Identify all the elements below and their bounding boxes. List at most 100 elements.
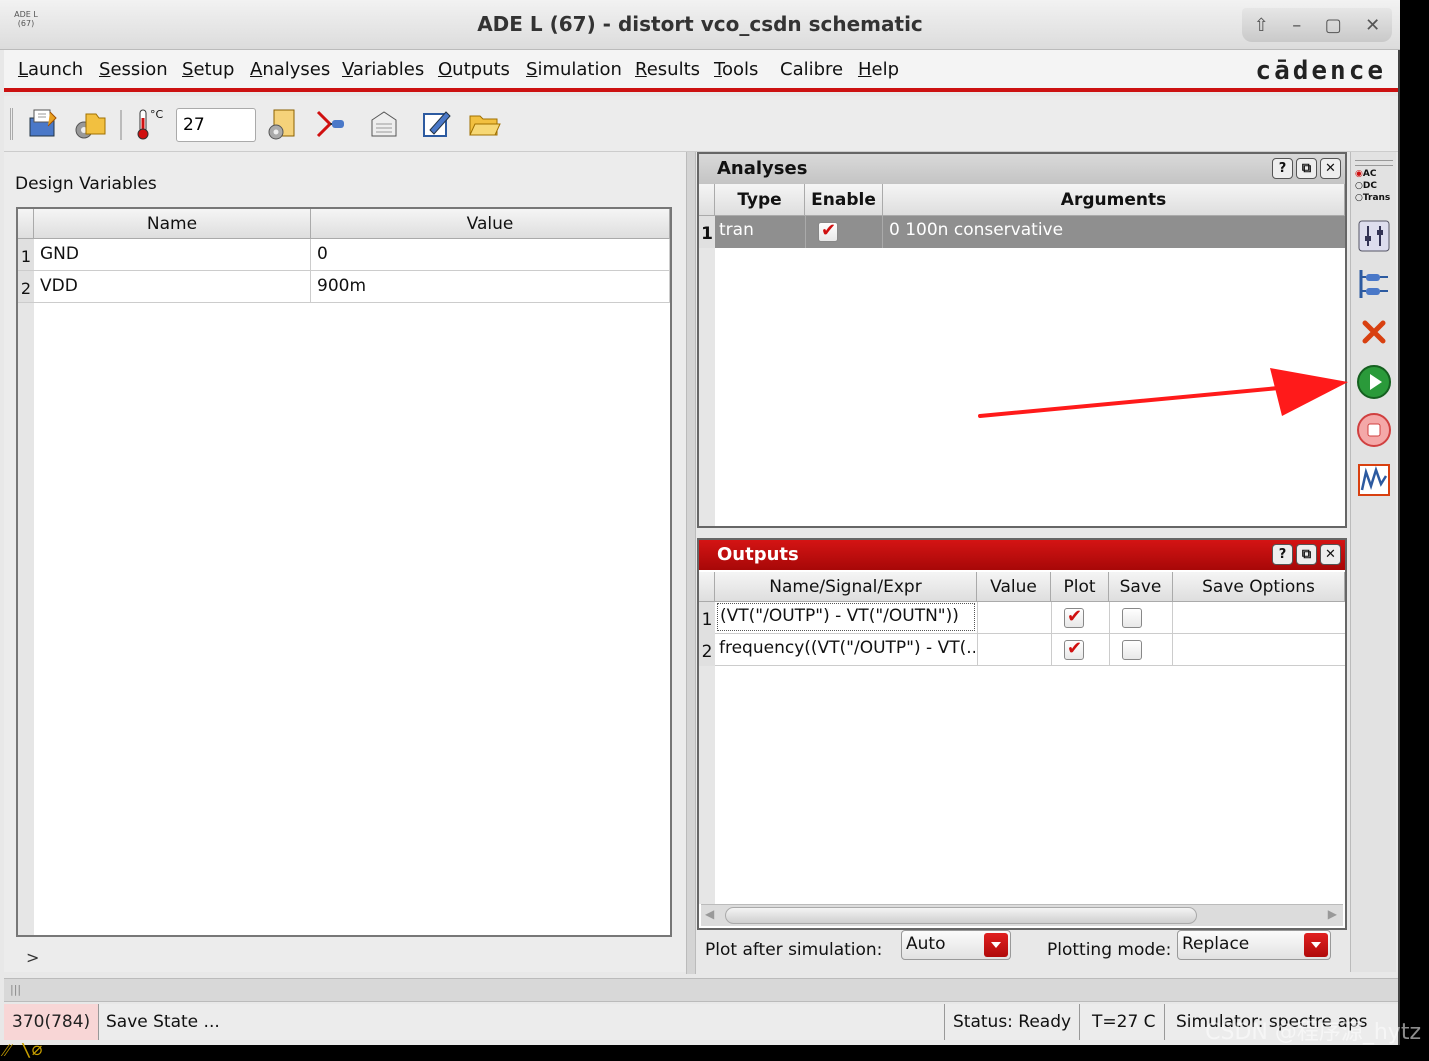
radio-ac-label: AC xyxy=(1362,169,1377,179)
delete-icon[interactable] xyxy=(1356,314,1392,350)
thermometer-icon: °C xyxy=(137,108,164,140)
plot-outputs-icon[interactable] xyxy=(1356,462,1392,498)
output-value-cell[interactable] xyxy=(977,602,1051,634)
save-state-icon[interactable] xyxy=(24,106,60,142)
close-icon[interactable]: ✕ xyxy=(1365,15,1380,36)
shade-icon[interactable]: ⇧ xyxy=(1254,15,1269,36)
analysis-type-cell[interactable]: tran xyxy=(719,216,754,244)
edit-icon[interactable] xyxy=(418,106,454,142)
help-icon[interactable]: ? xyxy=(1272,158,1293,179)
output-row[interactable]: 2 frequency((VT("/OUTP") - VT(... xyxy=(699,634,1345,666)
row-number[interactable]: 1 xyxy=(18,239,34,271)
output-expr-cell[interactable]: (VT("/OUTP") - VT("/OUTN")) xyxy=(717,603,975,631)
menu-item-outputs[interactable]: Outputs xyxy=(438,59,510,80)
status-temperature: T=27 C xyxy=(1084,1004,1165,1040)
row-header-column xyxy=(18,239,34,935)
plotting-mode-value: Replace xyxy=(1182,934,1250,954)
save-checkbox[interactable] xyxy=(1122,608,1142,628)
output-plot-cell xyxy=(1051,602,1109,634)
row-header-column xyxy=(699,666,715,904)
plot-after-simulation-label: Plot after simulation: xyxy=(705,940,883,960)
scrollbar-thumb[interactable] xyxy=(725,907,1197,924)
scroll-right-icon[interactable]: ▶ xyxy=(1328,907,1337,921)
plot-checkbox[interactable] xyxy=(1064,606,1084,628)
column-header-type[interactable]: Type xyxy=(715,184,805,216)
radio-ac[interactable]: ◉AC xyxy=(1355,168,1397,180)
menu-item-help[interactable]: Help xyxy=(858,59,899,80)
close-icon[interactable]: ✕ xyxy=(1320,158,1341,179)
variable-name-cell[interactable]: VDD xyxy=(34,271,311,303)
column-header-plot[interactable]: Plot xyxy=(1051,572,1109,602)
design-variables-table: Name Value 1 GND 0 2 VDD 900m xyxy=(16,207,672,937)
run-simulation-icon[interactable] xyxy=(1356,364,1392,400)
ade-l-window: ADE L (67) ADE L (67) - distort vco_csdn… xyxy=(0,0,1400,1045)
output-save-options-cell[interactable] xyxy=(1173,602,1345,634)
stop-simulation-icon[interactable] xyxy=(1356,412,1392,448)
variable-name-cell[interactable]: GND xyxy=(34,239,311,271)
row-number[interactable]: 1 xyxy=(699,602,715,634)
column-header-enable[interactable]: Enable xyxy=(805,184,883,216)
enable-checkbox[interactable] xyxy=(818,220,838,242)
toolbar: °C xyxy=(4,96,1398,152)
menu-item-analyses[interactable]: Analyses xyxy=(250,59,330,80)
menu-item-simulation[interactable]: Simulation xyxy=(526,59,622,80)
output-value-cell[interactable] xyxy=(977,634,1051,666)
radio-trans[interactable]: ○Trans xyxy=(1355,192,1397,204)
bottom-scrollbar[interactable]: ||| xyxy=(4,978,1398,1002)
output-row[interactable]: 1 (VT("/OUTP") - VT("/OUTN")) xyxy=(699,602,1345,634)
minimize-icon[interactable]: – xyxy=(1292,15,1301,36)
chevron-down-icon[interactable] xyxy=(984,933,1008,957)
row-number[interactable]: 2 xyxy=(18,271,34,303)
analysis-arguments-cell[interactable]: 0 100n conservative xyxy=(889,216,1063,244)
float-icon[interactable]: ⧉ xyxy=(1296,544,1317,565)
load-state-icon[interactable] xyxy=(72,106,108,142)
toolbar-grip[interactable] xyxy=(10,108,20,140)
column-header-arguments[interactable]: Arguments xyxy=(883,184,1345,216)
menu-item-tools[interactable]: Tools xyxy=(714,59,758,80)
menu-item-session[interactable]: Session xyxy=(99,59,168,80)
horizontal-scrollbar[interactable]: ◀ ▶ xyxy=(701,904,1343,926)
output-expr-cell[interactable]: frequency((VT("/OUTP") - VT(... xyxy=(719,634,975,662)
float-icon[interactable]: ⧉ xyxy=(1296,158,1317,179)
chevron-down-icon[interactable] xyxy=(1304,933,1328,957)
row-number[interactable]: 2 xyxy=(699,634,715,666)
column-header-save[interactable]: Save xyxy=(1109,572,1173,602)
plot-after-simulation-select[interactable]: Auto xyxy=(901,930,1011,960)
column-header-expr[interactable]: Name/Signal/Expr xyxy=(715,572,977,602)
toolbar-grip[interactable] xyxy=(1355,160,1393,166)
menu-item-calibre[interactable]: Calibre xyxy=(780,59,843,80)
scroll-left-icon[interactable]: ◀ xyxy=(705,907,714,921)
setup-model-icon[interactable] xyxy=(264,106,300,142)
column-header-value[interactable]: Value xyxy=(311,209,670,239)
analysis-row[interactable]: 1 tran 0 100n conservative xyxy=(699,216,1345,248)
row-number[interactable]: 1 xyxy=(699,216,715,248)
output-save-cell xyxy=(1109,634,1173,666)
menu-item-results[interactable]: Results xyxy=(635,59,700,80)
column-header-name[interactable]: Name xyxy=(34,209,311,239)
command-prompt[interactable]: > xyxy=(26,948,39,967)
column-header-save-options[interactable]: Save Options xyxy=(1173,572,1345,602)
output-save-options-cell[interactable] xyxy=(1173,634,1345,666)
menu-item-launch[interactable]: Launch xyxy=(18,59,83,80)
menu-item-variables[interactable]: Variables xyxy=(342,59,424,80)
maximize-icon[interactable]: ▢ xyxy=(1325,15,1342,36)
select-on-schematic-icon[interactable] xyxy=(314,106,350,142)
save-checkbox[interactable] xyxy=(1122,640,1142,660)
column-header-value[interactable]: Value xyxy=(977,572,1051,602)
close-icon[interactable]: ✕ xyxy=(1320,544,1341,565)
netlist-icon[interactable] xyxy=(366,106,402,142)
menu-item-setup[interactable]: Setup xyxy=(182,59,234,80)
choose-analyses-icon[interactable] xyxy=(1356,218,1392,254)
edit-variables-icon[interactable] xyxy=(1356,266,1392,302)
open-folder-icon[interactable] xyxy=(466,106,502,142)
corner-header xyxy=(18,209,34,239)
outputs-title-bar: Outputs ? ⧉ ✕ xyxy=(699,540,1345,570)
plotting-mode-select[interactable]: Replace xyxy=(1177,930,1331,960)
help-icon[interactable]: ? xyxy=(1272,544,1293,565)
panel-splitter[interactable] xyxy=(686,152,696,974)
variable-value-cell[interactable]: 900m xyxy=(311,271,670,303)
variable-value-cell[interactable]: 0 xyxy=(311,239,670,271)
temperature-input[interactable] xyxy=(176,108,256,142)
plot-checkbox[interactable] xyxy=(1064,638,1084,660)
radio-dc[interactable]: ○DC xyxy=(1355,180,1397,192)
